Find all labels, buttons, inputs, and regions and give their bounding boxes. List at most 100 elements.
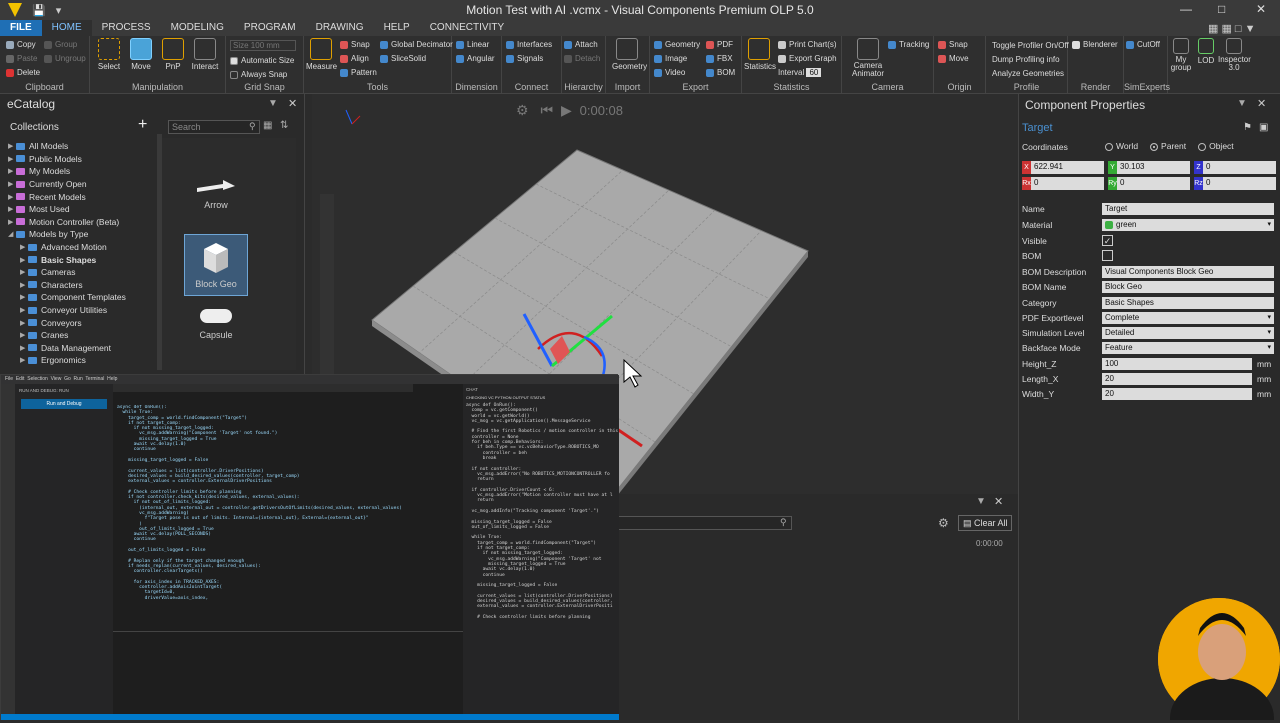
- gallery-item-capsule[interactable]: Capsule: [184, 304, 248, 364]
- select-button[interactable]: Select: [94, 36, 124, 71]
- property-value[interactable]: green ▾: [1102, 219, 1274, 231]
- tab-file[interactable]: FILE: [0, 20, 42, 36]
- close-panel-icon[interactable]: ✕: [288, 97, 297, 110]
- analyze-geometries-button[interactable]: Analyze Geometries: [992, 69, 1064, 78]
- export-graph-button[interactable]: Export Graph: [778, 54, 837, 63]
- rz-field[interactable]: Rz 0: [1194, 177, 1276, 190]
- expand-arrow-icon[interactable]: ▶: [20, 319, 28, 327]
- statistics-button[interactable]: Statistics: [744, 36, 776, 71]
- minimize-icon[interactable]: —: [1180, 2, 1192, 16]
- expand-arrow-icon[interactable]: ▶: [20, 331, 28, 339]
- interfaces-button[interactable]: Interfaces: [506, 40, 552, 49]
- output-search-icon[interactable]: ⚲: [780, 517, 787, 528]
- tree-item[interactable]: ▶ All Models: [6, 140, 156, 153]
- global-decimator-button[interactable]: Global Decimator: [380, 40, 453, 49]
- tree-item[interactable]: ▶ Characters: [6, 279, 156, 292]
- terminal-panel[interactable]: [113, 631, 463, 717]
- tree-item[interactable]: ▶ My Models: [6, 165, 156, 178]
- expand-arrow-icon[interactable]: ▶: [20, 306, 28, 314]
- align-button[interactable]: Align: [340, 54, 369, 63]
- copy-button[interactable]: Copy: [6, 40, 36, 49]
- x-field[interactable]: X 622.941: [1022, 161, 1104, 174]
- tab-process[interactable]: PROCESS: [92, 20, 161, 36]
- export-image-button[interactable]: Image: [654, 54, 687, 63]
- tag-icon[interactable]: ⚑: [1243, 122, 1252, 133]
- property-value[interactable]: Visual Components Block Geo: [1102, 266, 1274, 278]
- tab-connectivity[interactable]: CONNECTIVITY: [420, 20, 514, 36]
- y-field[interactable]: Y 30.103: [1108, 161, 1190, 174]
- sort-icon[interactable]: ⇅: [280, 120, 288, 131]
- toggle-profiler-button[interactable]: Toggle Profiler On/Off: [992, 41, 1069, 50]
- tab-help[interactable]: HELP: [374, 20, 420, 36]
- tree-item[interactable]: ▶ Currently Open: [6, 178, 156, 191]
- tab-modeling[interactable]: MODELING: [161, 20, 234, 36]
- lod-button[interactable]: LOD: [1194, 36, 1218, 65]
- attach-button[interactable]: Attach: [564, 40, 598, 49]
- dropdown-icon[interactable]: ▾: [1267, 313, 1271, 321]
- my-group-button[interactable]: My group: [1168, 36, 1194, 72]
- dropdown-icon[interactable]: ▾: [1267, 220, 1271, 228]
- tree-item[interactable]: ▶ Basic Shapes: [6, 253, 156, 266]
- property-value[interactable]: 20: [1102, 388, 1252, 400]
- cutoff-button[interactable]: CutOff: [1126, 40, 1160, 49]
- add-collection-icon[interactable]: +: [138, 116, 147, 134]
- automatic-size-checkbox[interactable]: Automatic Size: [230, 56, 294, 65]
- expand-arrow-icon[interactable]: ▶: [8, 218, 16, 226]
- slicesolid-button[interactable]: SliceSolid: [380, 54, 426, 63]
- tab-home[interactable]: HOME: [41, 20, 92, 36]
- gallery-item-arrow[interactable]: Arrow: [184, 168, 248, 228]
- tree-item[interactable]: ▶ Cameras: [6, 266, 156, 279]
- expand-arrow-icon[interactable]: ▶: [8, 155, 16, 163]
- expand-arrow-icon[interactable]: ▶: [8, 180, 16, 188]
- tree-item[interactable]: ▶ Advanced Motion: [6, 241, 156, 254]
- tree-item[interactable]: ▶ Data Management: [6, 342, 156, 355]
- ry-field[interactable]: Ry 0: [1108, 177, 1190, 190]
- import-geometry-button[interactable]: Geometry: [612, 36, 647, 71]
- props-close-icon[interactable]: ✕: [1257, 97, 1266, 110]
- tree-item[interactable]: ▶ Cranes: [6, 329, 156, 342]
- tree-item[interactable]: ▶ Recent Models: [6, 190, 156, 203]
- property-value[interactable]: 20: [1102, 373, 1252, 385]
- expand-arrow-icon[interactable]: ▶: [8, 205, 16, 213]
- expand-arrow-icon[interactable]: ▶: [20, 356, 28, 364]
- expand-arrow-icon[interactable]: ▶: [20, 344, 28, 352]
- tree-item[interactable]: ◢ Models by Type: [6, 228, 156, 241]
- z-field[interactable]: Z0: [1194, 161, 1276, 174]
- tracking-button[interactable]: Tracking: [888, 40, 929, 49]
- vscode-activity-bar[interactable]: [1, 384, 15, 714]
- tree-item[interactable]: ▶ Ergonomics: [6, 354, 156, 367]
- lock-icon[interactable]: ▣: [1259, 122, 1268, 133]
- camera-animator-button[interactable]: Camera Animator: [846, 36, 890, 78]
- output-close-icon[interactable]: ✕: [994, 495, 1003, 508]
- tree-item[interactable]: ▶ Most Used: [6, 203, 156, 216]
- move-button[interactable]: Move: [126, 36, 156, 71]
- property-value[interactable]: Feature ▾: [1102, 342, 1274, 354]
- property-value[interactable]: 100: [1102, 358, 1252, 370]
- dropdown-icon[interactable]: ▾: [1267, 343, 1271, 351]
- props-pin-icon[interactable]: ▼: [1237, 98, 1247, 109]
- expand-arrow-icon[interactable]: ▶: [20, 243, 28, 251]
- tree-item[interactable]: ▶ Conveyors: [6, 316, 156, 329]
- dropdown-icon[interactable]: ▾: [1267, 328, 1271, 336]
- maximize-icon[interactable]: □: [1218, 2, 1225, 16]
- bom-checkbox[interactable]: [1102, 250, 1113, 261]
- group-button[interactable]: Group: [44, 40, 77, 49]
- property-value[interactable]: Complete ▾: [1102, 312, 1274, 324]
- always-snap-checkbox[interactable]: Always Snap: [230, 70, 287, 79]
- property-value[interactable]: Basic Shapes: [1102, 297, 1274, 309]
- tab-program[interactable]: PROGRAM: [234, 20, 306, 36]
- angular-button[interactable]: Angular: [456, 54, 495, 63]
- linear-button[interactable]: Linear: [456, 40, 489, 49]
- output-filter-input[interactable]: [616, 516, 792, 530]
- run-and-debug-button[interactable]: Run and Debug: [21, 399, 107, 409]
- tree-item[interactable]: ▶ Public Models: [6, 153, 156, 166]
- grid-view-icon[interactable]: ▦: [263, 120, 272, 131]
- detach-button[interactable]: Detach: [564, 54, 600, 63]
- property-value[interactable]: Detailed ▾: [1102, 327, 1274, 339]
- close-icon[interactable]: ✕: [1256, 2, 1266, 16]
- clear-all-button[interactable]: ▤ Clear All: [958, 515, 1012, 531]
- paste-button[interactable]: Paste: [6, 54, 37, 63]
- export-video-button[interactable]: Video: [654, 68, 685, 77]
- interval-field[interactable]: Interval 60: [778, 68, 822, 77]
- output-settings-icon[interactable]: ⚙: [938, 516, 949, 530]
